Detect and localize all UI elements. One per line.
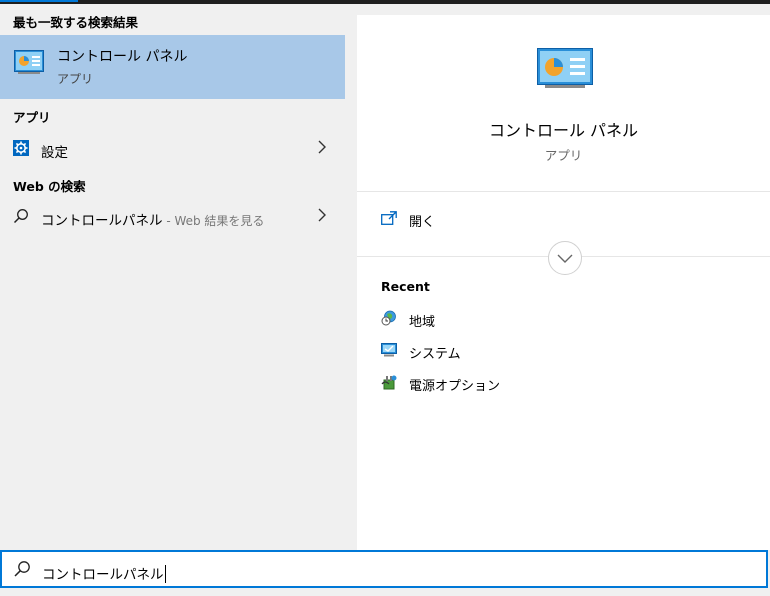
- control-panel-icon: [14, 50, 44, 74]
- recent-item-label: 地域: [409, 315, 436, 330]
- gear-icon: [13, 140, 29, 156]
- app-result-label: 設定: [41, 145, 68, 161]
- divider: [357, 191, 770, 192]
- web-search-text: コントロールパネル - Web 結果を見る: [41, 209, 264, 229]
- apps-heading: アプリ: [13, 110, 51, 125]
- active-tab-indicator: [0, 0, 78, 2]
- chevron-right-icon[interactable]: [317, 140, 327, 154]
- recent-item-label: 電源オプション: [409, 379, 501, 394]
- control-panel-icon: [537, 48, 593, 88]
- search-input[interactable]: コントロールパネル: [42, 563, 166, 583]
- web-search-hint: - Web 結果を見る: [162, 214, 265, 228]
- preview-subtitle: アプリ: [544, 148, 583, 163]
- expand-button[interactable]: [548, 241, 582, 275]
- open-icon: [381, 211, 397, 225]
- search-icon: [13, 209, 28, 224]
- app-result-settings[interactable]: 設定: [0, 133, 345, 165]
- open-label: 開く: [409, 215, 436, 230]
- web-search-result[interactable]: コントロールパネル - Web 結果を見る: [0, 201, 345, 233]
- web-search-heading: Web の検索: [13, 179, 86, 194]
- bottom-strip: [0, 588, 770, 596]
- recent-item-power-options[interactable]: 電源オプション: [357, 370, 770, 398]
- search-icon: [14, 561, 30, 577]
- results-pane: 最も一致する検索結果 コントロール パネル アプリ アプリ 設定 Web の検索…: [0, 4, 345, 550]
- open-action[interactable]: 開く: [357, 205, 770, 235]
- search-box[interactable]: コントロールパネル: [0, 550, 768, 588]
- web-search-query: コントロールパネル: [41, 213, 163, 229]
- preview-pane: コントロール パネル アプリ 開く Recent 地域 システム 電源オプション: [357, 15, 770, 550]
- best-match-title: コントロール パネル: [57, 49, 188, 65]
- search-input-value: コントロールパネル: [42, 567, 164, 583]
- recent-item-region[interactable]: 地域: [357, 306, 770, 334]
- best-match-heading: 最も一致する検索結果: [13, 15, 139, 30]
- chevron-down-icon: [557, 254, 573, 263]
- text-caret: [164, 565, 166, 583]
- chevron-right-icon[interactable]: [317, 208, 327, 222]
- recent-item-system[interactable]: システム: [357, 338, 770, 366]
- globe-clock-icon: [381, 310, 396, 326]
- power-options-icon: [381, 375, 397, 390]
- recent-item-label: システム: [409, 347, 461, 362]
- recent-heading: Recent: [381, 279, 430, 294]
- preview-title: コントロール パネル: [488, 121, 639, 140]
- best-match-subtitle: アプリ: [57, 72, 94, 86]
- best-match-item[interactable]: コントロール パネル アプリ: [0, 35, 345, 99]
- monitor-icon: [381, 343, 397, 357]
